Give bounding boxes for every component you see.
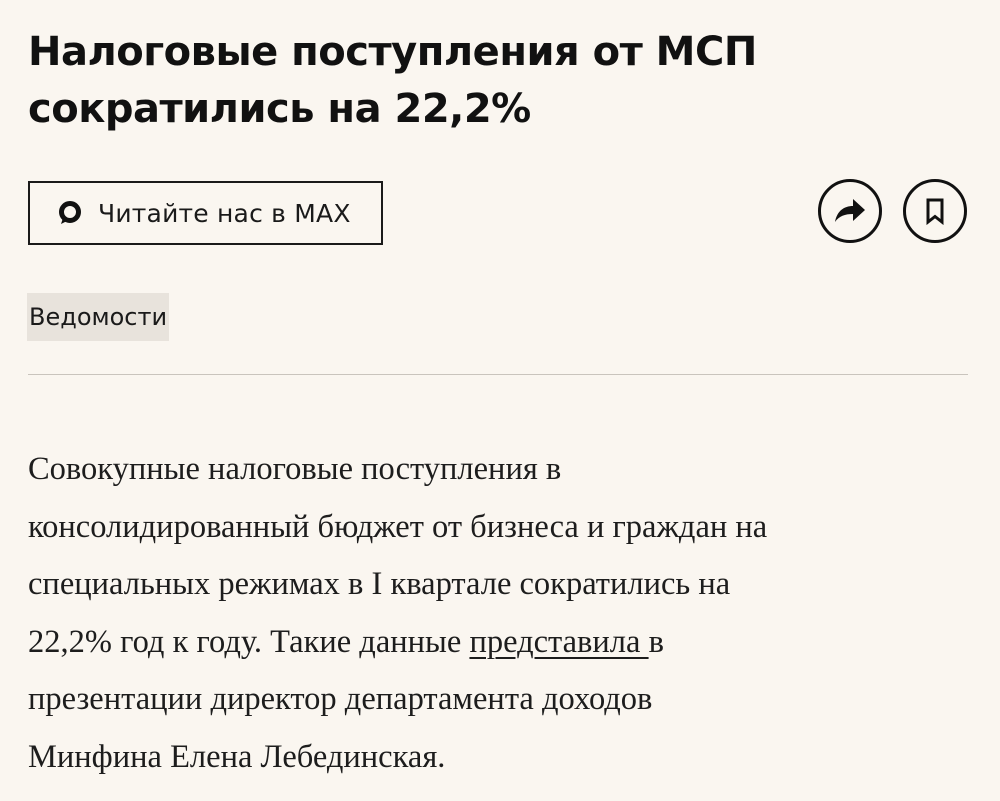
body-line-1: Совокупные налоговые поступления в: [28, 451, 562, 487]
body-line-6: Минфина Елена Лебединская.: [28, 738, 446, 775]
read-in-max-button[interactable]: Читайте нас в MAX: [28, 181, 383, 245]
share-button[interactable]: [818, 179, 882, 243]
read-in-max-label: Читайте нас в MAX: [98, 198, 351, 228]
body-line-3: специальных режимах в I квартале сократи…: [28, 566, 731, 602]
source-link[interactable]: представила: [469, 624, 648, 660]
body-line-5: презентации директор департамента доходо…: [28, 681, 653, 717]
body-line-2: консолидированный бюджет от бизнеса и гр…: [28, 508, 768, 545]
max-messenger-icon: [56, 199, 84, 227]
article-headline: Налоговые поступления от МСП сократились …: [28, 24, 928, 138]
share-arrow-icon: [832, 196, 868, 226]
body-line-4-suffix: в: [648, 623, 664, 660]
bookmark-button[interactable]: [903, 179, 967, 243]
article-body: Совокупные налоговые поступления в консол…: [28, 441, 968, 786]
divider: [28, 374, 968, 375]
source-tag[interactable]: Ведомости: [27, 293, 170, 341]
body-line-4-prefix: 22,2% год к году. Такие данные: [28, 623, 470, 660]
bookmark-icon: [924, 197, 946, 225]
headline-line-2: сократились на 22,2%: [28, 86, 531, 132]
headline-line-1: Налоговые поступления от МСП: [28, 29, 757, 75]
